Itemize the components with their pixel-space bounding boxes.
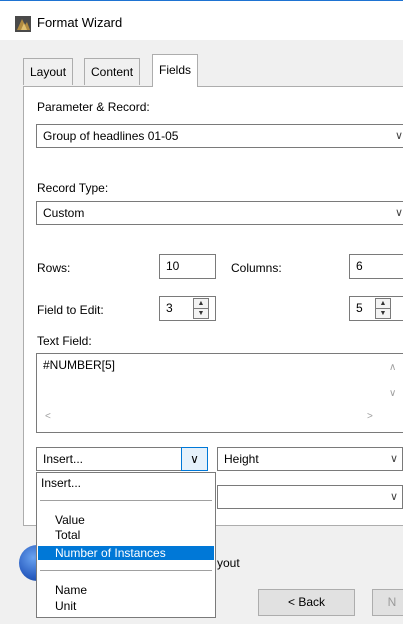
scroll-up-arrow-icon[interactable]: ∧ [389,362,396,373]
height-combo-value: Height [224,452,259,466]
list-item-insert[interactable]: Insert... [38,476,214,490]
chevron-down-icon: ∨ [394,207,403,219]
list-item-number-of-instances[interactable]: Number of Instances [38,546,214,560]
scroll-right-arrow-icon[interactable]: > [367,411,373,422]
text-field-value: #NUMBER[5] [43,358,116,372]
parameter-dropdown[interactable]: Group of headlines 01-05 ∨ [36,124,403,148]
insert-dropdown-list[interactable]: Insert... Value Total Number of Instance… [36,472,216,618]
tab-content[interactable]: Content [84,58,141,85]
record-type-value: Custom [43,206,85,220]
format-wizard-app-icon [15,16,31,32]
field-col-value: 5 [356,301,363,315]
list-item-value[interactable]: Value [38,513,214,527]
list-separator [40,570,212,571]
record-type-dropdown[interactable]: Custom ∨ [36,201,403,225]
chevron-down-icon: ∨ [394,130,403,142]
spin-arrows-icon[interactable]: ▲ ▼ [193,298,209,319]
title-bar: Format Wizard [0,0,403,40]
next-button[interactable]: N [372,589,403,616]
columns-label: Columns: [231,261,282,275]
window-title: Format Wizard [37,15,123,30]
tab-layout[interactable]: Layout [23,58,74,85]
text-field-area[interactable]: #NUMBER[5] ∧ ∨ < > [36,353,403,433]
back-button[interactable]: < Back [258,589,355,616]
field-to-edit-label: Field to Edit: [37,303,104,317]
secondary-combo[interactable]: ∨ [217,485,403,509]
list-item-name[interactable]: Name [38,583,214,597]
rows-label: Rows: [37,261,71,275]
columns-input[interactable]: 6 [349,254,403,279]
parameter-label: Parameter & Record: [37,100,150,114]
field-row-value: 3 [166,301,173,315]
record-type-label: Record Type: [37,181,109,195]
tab-fields[interactable]: Fields [152,54,199,87]
parameter-value: Group of headlines 01-05 [43,129,179,143]
list-item-total[interactable]: Total [38,528,214,542]
list-item-unit[interactable]: Unit [38,599,214,613]
insert-combo-value: Insert... [43,452,84,466]
scroll-left-arrow-icon[interactable]: < [45,411,51,422]
chevron-down-icon: ∨ [389,491,398,503]
chevron-down-icon: ∨ [389,453,398,465]
text-field-label: Text Field: [37,334,92,348]
layout-label: yout [217,556,240,570]
insert-combo[interactable]: Insert... [36,447,182,471]
chevron-down-icon[interactable]: ∨ [181,447,208,471]
list-separator [40,500,212,501]
height-combo[interactable]: Height ∨ [217,447,403,471]
scroll-down-arrow-icon[interactable]: ∨ [389,388,396,399]
field-row-stepper[interactable]: 3 ▲ ▼ [159,296,216,321]
spin-arrows-icon[interactable]: ▲ ▼ [375,298,391,319]
field-col-stepper[interactable]: 5 ▲ ▼ [349,296,403,321]
rows-input[interactable]: 10 [159,254,216,279]
